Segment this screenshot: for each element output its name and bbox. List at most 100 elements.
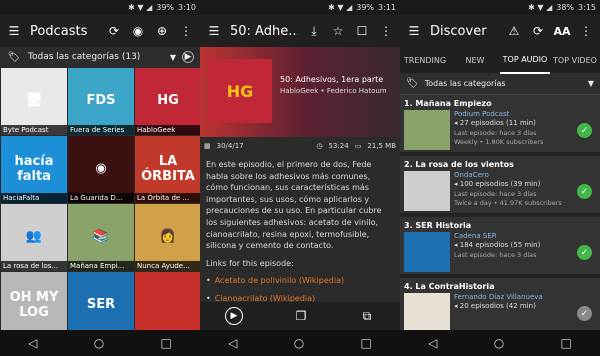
signal-icons: ✱ ▼ ◢ [528, 3, 553, 12]
discover-panel: ✱ ▼ ◢ 38% 3:15 ☰ Discover ⚠ ⟳ AA ⋮ TREND… [400, 0, 600, 356]
menu-icon[interactable]: ☰ [406, 23, 422, 39]
episode-panel: ✱ ▼ ◢ 39% 3:11 ☰ 50: Adhe... ⤓ ☆ ☐ ⋮ HG … [200, 0, 400, 356]
signal-icons: ✱ ▼ ◢ [128, 3, 153, 12]
more-icon[interactable]: ⋮ [378, 23, 394, 39]
list-item[interactable]: 1. Mañana Empiezo Podium Podcast ◂ 27 epis… [400, 95, 600, 156]
podcast-tile[interactable] [135, 272, 200, 339]
publisher-name: Cadena SER [454, 232, 497, 240]
podcast-tile[interactable]: ◉ La Guarida D... [68, 136, 134, 203]
more-icon[interactable]: ⋮ [578, 23, 594, 39]
more-icon[interactable]: ⋮ [178, 23, 194, 39]
checkbox-icon[interactable]: ☐ [354, 23, 370, 39]
tab-trending[interactable]: TRENDING [400, 48, 450, 73]
page-title: Podcasts [30, 23, 88, 39]
recents-icon[interactable]: □ [161, 336, 172, 350]
episode-count: ◂ 184 episodios (55 min) [454, 241, 541, 250]
links-label: Links for this episode: [206, 258, 294, 268]
episode-meta: ▦ 30/4/17 ◷ 53:24 ▭ 21,5 MB [200, 137, 400, 155]
home-icon[interactable]: ○ [94, 336, 104, 350]
status-bar: ✱ ▼ ◢ 39% 3:11 [200, 0, 400, 15]
tab-top-audio[interactable]: TOP AUDIO [500, 47, 550, 74]
episode-count: ◂ 20 episodios (42 min) [454, 302, 536, 311]
episode-link[interactable]: Acetato de polivinilo (Wikipedia) [215, 276, 344, 285]
file-icon: ▭ [354, 142, 362, 150]
entry-title: 4. La ContraHistoria [404, 282, 495, 291]
menu-icon[interactable]: ☰ [6, 23, 22, 39]
podcast-title: La rosa de los... [1, 261, 67, 271]
menu-icon[interactable]: ☰ [206, 23, 222, 39]
podcast-title: Byte Podcast [1, 125, 67, 135]
warning-icon[interactable]: ⚠ [506, 23, 522, 39]
publisher-name: Fernando Díaz Villanueva [454, 293, 543, 301]
podcast-artwork [404, 232, 450, 272]
app-bar: ☰ 50: Adhe... ⤓ ☆ ☐ ⋮ [200, 15, 400, 47]
podcast-artwork: HG [157, 93, 179, 109]
publisher-name: Podium Podcast [454, 110, 510, 118]
tab-new[interactable]: NEW [450, 48, 500, 73]
tag-icon: 🏷 [7, 51, 21, 63]
back-icon[interactable]: ◁ [428, 336, 437, 350]
refresh-icon[interactable]: ⟳ [106, 23, 122, 39]
recents-icon[interactable]: □ [361, 336, 372, 350]
battery-level: 38% [556, 3, 575, 12]
subscribed-check-icon[interactable]: ✓ [577, 245, 592, 260]
podcast-tile[interactable]: 👩 Nunca Ayude... [135, 204, 200, 271]
list-item[interactable]: 2. La rosa de los vientos OndaCero ◂ 100 e… [400, 156, 600, 217]
episode-title: 50: Adhesivos, 1era parte [280, 75, 384, 84]
home-icon[interactable]: ○ [494, 336, 504, 350]
android-nav-bar: ◁ ○ □ [400, 330, 600, 356]
subscribed-check-icon[interactable]: ✓ [577, 123, 592, 138]
entry-title: 3. SER Historia [404, 221, 472, 230]
text-size-icon[interactable]: AA [553, 23, 570, 39]
category-selector[interactable]: 🏷 Todas las categorías (13) ▼ ▶ [0, 47, 200, 67]
podcast-artwork [404, 293, 450, 333]
podcast-tile[interactable]: 👥 La rosa de los... [1, 204, 67, 271]
queue-icon[interactable]: ❐ [293, 308, 309, 324]
back-icon[interactable]: ◁ [228, 336, 237, 350]
refresh-icon[interactable]: ⟳ [530, 23, 546, 39]
download-icon[interactable]: ⤓ [306, 23, 322, 39]
podcast-artwork: OH MY LOG [9, 290, 59, 320]
play-all-icon[interactable]: ▶ [182, 51, 194, 63]
tab-top-video[interactable]: TOP VIDEO [550, 48, 600, 73]
podcast-title: Mañana Empi... [68, 261, 134, 271]
subscribed-check-icon[interactable]: ✓ [577, 184, 592, 199]
podcast-tile[interactable]: LA ÓRBITA La Órbita de ... [135, 136, 200, 203]
fullscreen-icon[interactable]: ⧉ [359, 308, 375, 324]
chevron-down-icon: ▼ [169, 52, 176, 62]
recents-icon[interactable]: □ [561, 336, 572, 350]
home-icon[interactable]: ○ [294, 336, 304, 350]
podcast-tile[interactable]: OH MY LOG [1, 272, 67, 339]
status-bar: ✱ ▼ ◢ 38% 3:15 [400, 0, 600, 15]
list-item[interactable]: 3. SER Historia Cadena SER ◂ 184 episodios… [400, 217, 600, 278]
subscribed-check-icon[interactable]: ✓ [577, 306, 592, 321]
category-label: Todas las categorías (13) [28, 52, 141, 62]
podcast-tile[interactable]: FDS Fuera de Series [68, 68, 134, 135]
category-selector[interactable]: 🏷 Todas las categorías ▼ [400, 73, 600, 95]
podcast-artwork: ◉ [95, 161, 107, 177]
podcast-title: La Guarida D... [68, 193, 134, 203]
app-bar: ☰ Discover ⚠ ⟳ AA ⋮ [400, 15, 600, 47]
podcast-title: HaciaFalta [1, 193, 67, 203]
podcast-tile[interactable]: hacía falta HaciaFalta [1, 136, 67, 203]
podcast-artwork [404, 110, 450, 150]
last-episode: Last episode: hace 3 días [454, 128, 537, 137]
add-icon[interactable]: ⊕ [154, 23, 170, 39]
episode-artwork: HG [208, 59, 272, 123]
podcast-tile[interactable]: 📚 Mañana Empi... [68, 204, 134, 271]
podcast-artwork: 📚 [92, 229, 110, 245]
play-icon[interactable]: ▶ [225, 307, 243, 325]
frequency: Weekly • 1.80K subscribers [454, 137, 544, 146]
podcast-tile[interactable]: SER [68, 272, 134, 339]
calendar-icon: ▦ [204, 142, 211, 150]
podcast-artwork: 👥 [25, 229, 43, 245]
back-icon[interactable]: ◁ [28, 336, 37, 350]
eye-icon[interactable]: ◉ [130, 23, 146, 39]
podcast-title: La Órbita de ... [135, 193, 200, 203]
podcast-tile[interactable]: 🖥 Byte Podcast [1, 68, 67, 135]
star-icon[interactable]: ☆ [330, 23, 346, 39]
episode-header: HG 50: Adhesivos, 1era parte HabloGeek •… [200, 47, 400, 137]
clock: 3:15 [578, 3, 596, 12]
podcast-tile[interactable]: HG HabloGeek [135, 68, 200, 135]
podcast-grid: 🖥 Byte Podcast FDS Fuera de Series HG HabloGe… [0, 67, 200, 340]
